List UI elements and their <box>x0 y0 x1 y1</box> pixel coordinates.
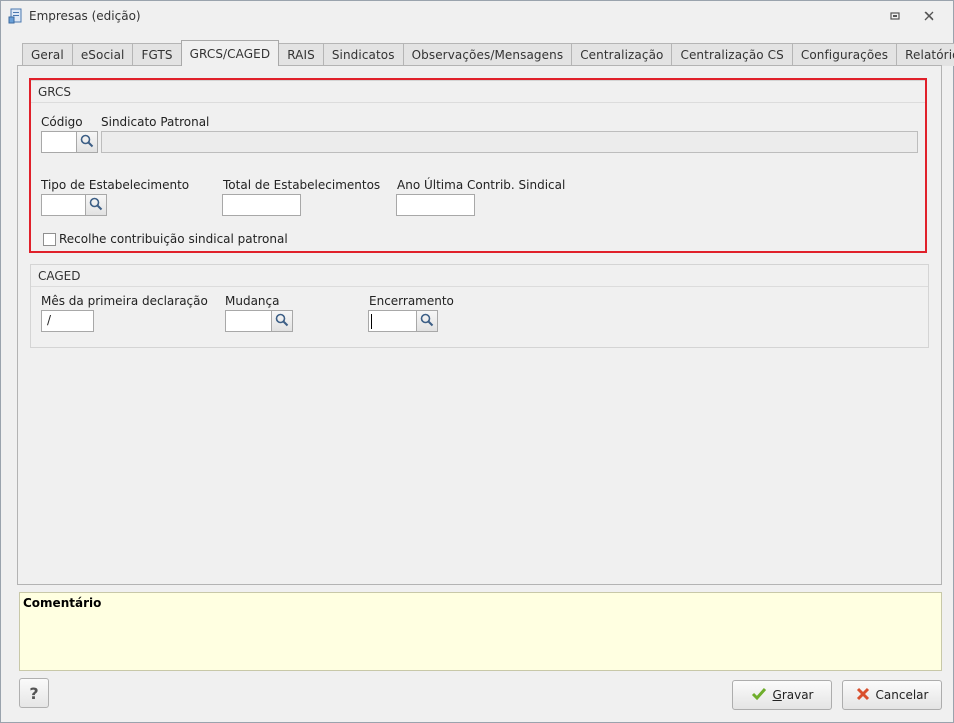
window-title: Empresas (edição) <box>29 9 141 23</box>
save-label: Gravar <box>772 688 814 702</box>
tipo-lookup-button[interactable] <box>85 194 107 216</box>
tab-configuracoes[interactable]: Configurações <box>791 43 898 66</box>
encerramento-label: Encerramento <box>369 294 454 308</box>
tab-relatorios[interactable]: Relatórios <box>896 43 954 66</box>
tab-centralizacao[interactable]: Centralização <box>571 43 673 66</box>
ano-contrib-label: Ano Última Contrib. Sindical <box>397 178 566 192</box>
tab-bar: Geral eSocial FGTS GRCS/CAGED RAIS Sindi… <box>22 40 954 66</box>
tab-grcs-caged[interactable]: GRCS/CAGED <box>180 40 280 66</box>
sindicato-field <box>101 131 918 153</box>
search-icon <box>80 134 94 151</box>
tipo-estabelecimento-input[interactable] <box>41 194 86 216</box>
tab-sindicatos[interactable]: Sindicatos <box>322 43 404 66</box>
comment-label: Comentário <box>23 596 102 610</box>
tab-panel-grcs-caged: GRCS Código Sindicato Patronal Tipo de E… <box>17 65 942 585</box>
title-bar: Empresas (edição) <box>1 1 953 31</box>
mudanca-lookup-button[interactable] <box>271 310 293 332</box>
comment-area[interactable]: Comentário <box>19 592 942 671</box>
mes-declaracao-input[interactable]: / <box>41 310 94 332</box>
grcs-group: GRCS Código Sindicato Patronal Tipo de E… <box>30 80 927 252</box>
mes-declaracao-label: Mês da primeira declaração <box>41 294 208 308</box>
total-estabelecimentos-input[interactable] <box>222 194 301 216</box>
codigo-label: Código <box>41 115 83 129</box>
ano-contrib-input[interactable] <box>396 194 475 216</box>
tab-observacoes[interactable]: Observações/Mensagens <box>402 43 573 66</box>
codigo-input[interactable] <box>41 131 77 153</box>
x-icon <box>856 687 870 704</box>
save-button[interactable]: Gravar <box>732 680 832 710</box>
codigo-lookup-button[interactable] <box>76 131 98 153</box>
tab-rais[interactable]: RAIS <box>278 43 324 66</box>
search-icon <box>275 313 289 330</box>
tab-fgts[interactable]: FGTS <box>132 43 182 66</box>
recolhe-label[interactable]: Recolhe contribuição sindical patronal <box>59 232 288 246</box>
tipo-estabelecimento-label: Tipo de Estabelecimento <box>41 178 190 192</box>
sindicato-label: Sindicato Patronal <box>101 115 210 129</box>
recolhe-checkbox[interactable] <box>43 233 56 246</box>
tab-geral[interactable]: Geral <box>22 43 73 66</box>
encerramento-input[interactable] <box>368 310 417 332</box>
help-button[interactable]: ? <box>19 678 49 708</box>
mudanca-input[interactable] <box>225 310 272 332</box>
grcs-group-title: GRCS <box>31 81 926 103</box>
cancel-button[interactable]: Cancelar <box>842 680 942 710</box>
encerramento-lookup-button[interactable] <box>416 310 438 332</box>
checkmark-icon <box>751 687 767 704</box>
search-icon <box>89 197 103 214</box>
caged-group: CAGED Mês da primeira declaração / Mudan… <box>30 264 929 348</box>
caged-group-title: CAGED <box>31 265 928 287</box>
search-icon <box>420 313 434 330</box>
app-icon <box>8 8 24 24</box>
tab-centralizacao-cs[interactable]: Centralização CS <box>671 43 793 66</box>
restore-icon[interactable] <box>887 8 903 24</box>
text-caret <box>371 314 372 329</box>
tab-esocial[interactable]: eSocial <box>71 43 134 66</box>
edit-window: Empresas (edição) Geral eSocial FGTS GRC… <box>0 0 954 723</box>
total-estabelecimentos-label: Total de Estabelecimentos <box>223 178 381 192</box>
cancel-label: Cancelar <box>875 688 929 702</box>
close-icon[interactable] <box>921 8 937 24</box>
mudanca-label: Mudança <box>225 294 280 308</box>
